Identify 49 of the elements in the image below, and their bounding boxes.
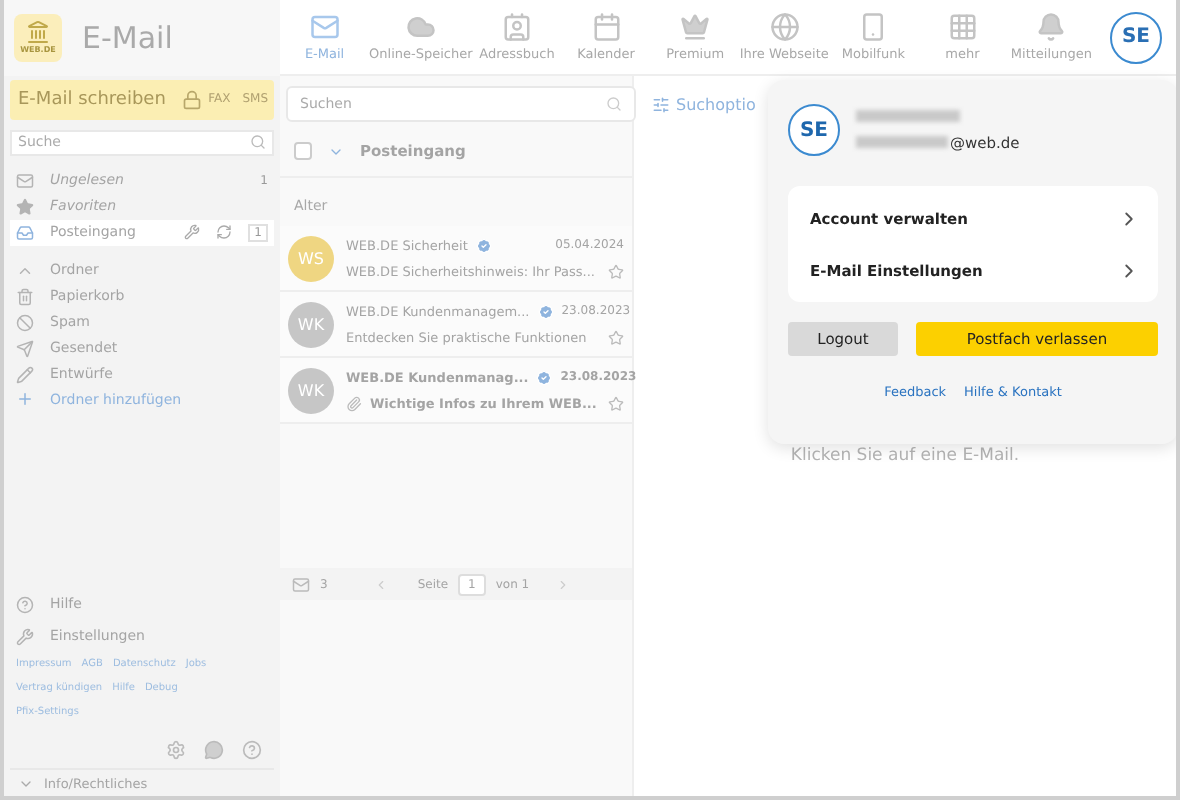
bell-icon xyxy=(1036,12,1067,42)
star-icon[interactable] xyxy=(608,395,624,411)
cloud-icon xyxy=(405,12,436,42)
empty-hint: Klicken Sie auf eine E-Mail. xyxy=(790,446,1020,468)
next-page-icon[interactable] xyxy=(555,577,570,591)
avatar[interactable]: SE xyxy=(1110,11,1162,63)
paper-plane-icon xyxy=(16,339,34,358)
chat-icon[interactable] xyxy=(204,740,224,761)
avatar: SE xyxy=(788,104,840,156)
search-options-button[interactable]: Suchoptio xyxy=(652,95,756,113)
trash-icon xyxy=(16,287,34,306)
previous-page-icon[interactable] xyxy=(373,577,388,591)
ban-icon xyxy=(16,313,34,332)
lock-icon xyxy=(182,89,203,110)
redacted-email xyxy=(856,136,948,148)
globe-icon xyxy=(769,12,800,42)
star-icon xyxy=(16,197,34,216)
crown-icon xyxy=(680,12,711,42)
sender-avatar: WK xyxy=(288,367,334,413)
phone-icon xyxy=(858,12,889,42)
envelope-icon xyxy=(292,575,310,593)
star-icon[interactable] xyxy=(608,263,624,279)
help-icon[interactable] xyxy=(242,740,262,761)
search-icon[interactable] xyxy=(250,134,266,151)
address-book-icon xyxy=(502,12,533,42)
app-title: E-Mail xyxy=(82,19,173,55)
pencil-icon xyxy=(16,365,34,384)
verified-icon xyxy=(536,369,553,385)
envelope-icon xyxy=(16,171,34,190)
calendar-icon xyxy=(591,12,622,42)
compose-button[interactable]: E-Mail schreiben xyxy=(10,89,183,110)
wrench-icon[interactable] xyxy=(184,224,201,241)
select-all-checkbox[interactable] xyxy=(294,142,312,160)
grid-icon xyxy=(947,12,978,42)
plus-icon xyxy=(16,390,34,409)
inbox-icon xyxy=(16,223,34,242)
star-icon[interactable] xyxy=(608,329,624,345)
redacted-name xyxy=(856,109,960,121)
search-icon[interactable] xyxy=(606,96,622,112)
help-icon xyxy=(16,595,34,614)
envelope-icon xyxy=(309,12,340,42)
sender-avatar: WK xyxy=(288,301,334,347)
gear-icon[interactable] xyxy=(166,740,186,761)
verified-icon xyxy=(475,237,492,253)
wrench-icon xyxy=(16,627,34,646)
verified-icon xyxy=(537,303,554,319)
refresh-icon[interactable] xyxy=(216,224,233,241)
sliders-icon xyxy=(652,95,670,113)
sender-avatar: WS xyxy=(288,235,334,281)
